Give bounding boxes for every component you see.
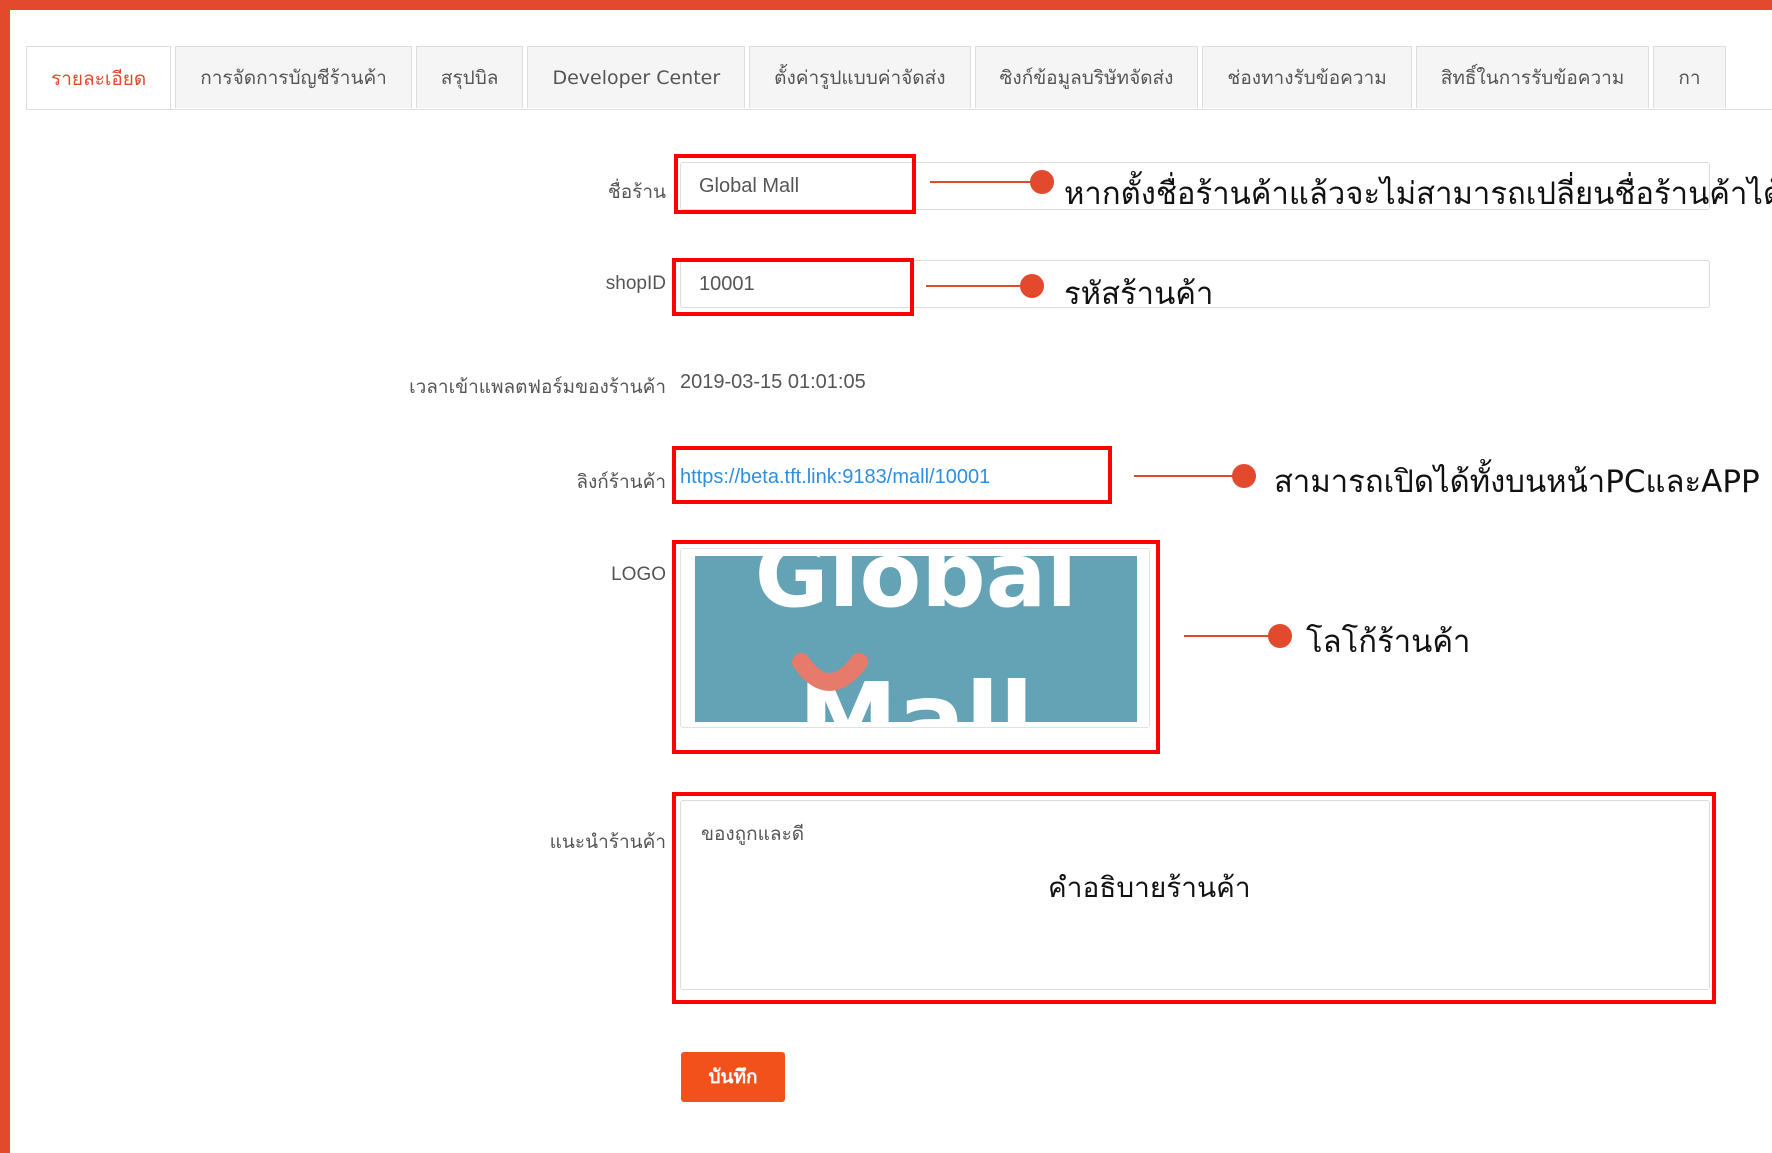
shop-id-dot: [1020, 274, 1044, 298]
shop-name-highlight: [674, 154, 916, 214]
logo-dot: [1268, 624, 1292, 648]
shop-link-note: สามารถเปิดได้ทั้งบนหน้าPCและAPP: [1274, 464, 1760, 500]
shop-link-label: ลิงก์ร้านค้า: [576, 472, 666, 493]
shop-id-highlight: [672, 258, 914, 316]
tab-divider: [26, 109, 1772, 110]
logo-highlight: [672, 540, 1160, 754]
shop-link-leader: [1134, 475, 1244, 477]
shop-id-label: shopID: [605, 273, 666, 294]
intro-note: คำอธิบายร้านค้า: [1048, 871, 1251, 904]
shop-id-note: รหัสร้านค้า: [1064, 276, 1214, 312]
shop-id-leader: [926, 285, 1030, 287]
tab-message-permissions[interactable]: สิทธิ์ในการรับข้อความ: [1415, 46, 1650, 108]
tab-bill-summary[interactable]: สรุปบิล: [415, 46, 524, 108]
tab-developer-center[interactable]: Developer Center: [527, 46, 746, 108]
tab-more[interactable]: กา: [1653, 46, 1726, 108]
intro-label: แนะนำร้านค้า: [549, 832, 666, 853]
save-button[interactable]: บันทึก: [681, 1052, 785, 1102]
tab-shipping-settings[interactable]: ตั้งค่ารูปแบบค่าจัดส่ง: [749, 46, 971, 108]
tab-courier-sync[interactable]: ซิงก์ข้อมูลบริษัทจัดส่ง: [974, 46, 1199, 108]
logo-note: โลโก้ร้านค้า: [1306, 624, 1471, 660]
join-time-label: เวลาเข้าแพลตฟอร์มของร้านค้า: [409, 377, 666, 398]
tab-account-management[interactable]: การจัดการบัญชีร้านค้า: [175, 46, 412, 108]
shop-link-highlight: [672, 446, 1112, 504]
tab-details[interactable]: รายละเอียด: [26, 46, 172, 110]
join-time-value: 2019-03-15 01:01:05: [680, 371, 866, 393]
shop-link-dot: [1232, 464, 1256, 488]
shop-name-note: หากตั้งชื่อร้านค้าแล้วจะไม่สามารถเปลี่ยน…: [1064, 176, 1772, 212]
logo-label: LOGO: [611, 564, 666, 585]
shop-name-dot: [1030, 170, 1054, 194]
logo-leader: [1184, 635, 1278, 637]
tab-bar: รายละเอียด การจัดการบัญชีร้านค้า สรุปบิล…: [26, 46, 1730, 110]
tab-message-channels[interactable]: ช่องทางรับข้อความ: [1202, 46, 1412, 108]
shop-name-leader: [930, 181, 1032, 183]
shop-name-label: ชื่อร้าน: [607, 182, 666, 203]
